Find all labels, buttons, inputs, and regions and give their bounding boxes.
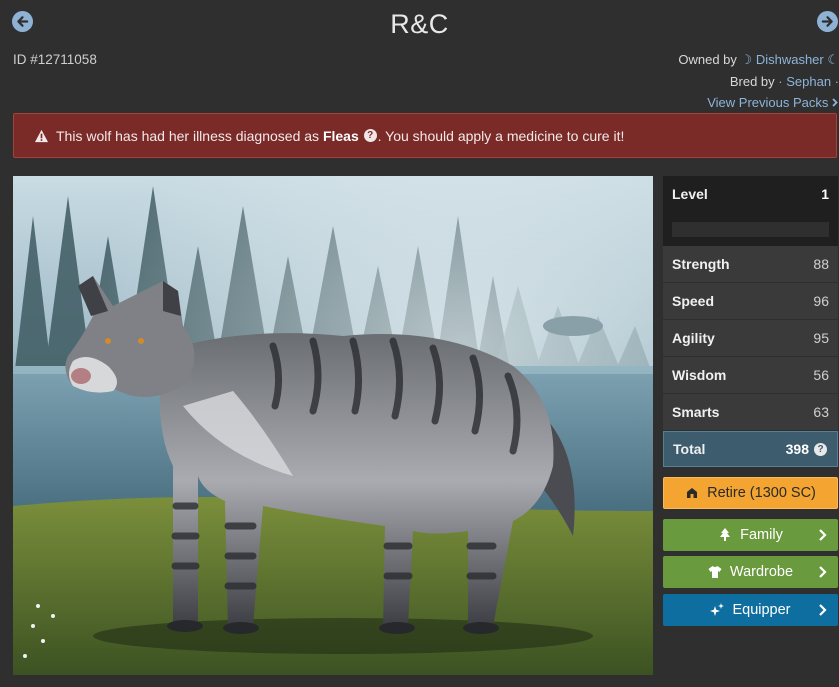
breeder-line: Bred by · Sephan · (730, 74, 839, 89)
wolf-id: ID #12711058 (13, 52, 97, 67)
stat-value: 56 (813, 367, 829, 383)
chevron-right-icon (832, 98, 838, 107)
equipper-button[interactable]: Equipper (663, 594, 838, 626)
stat-label: Strength (672, 256, 730, 272)
family-button[interactable]: Family (663, 519, 838, 551)
page-title: R&C (390, 9, 449, 39)
retire-building-icon (687, 488, 698, 498)
stat-value: 95 (813, 330, 829, 346)
stat-row-smarts: Smarts 63 (663, 394, 838, 430)
level-row: Level 1 (663, 176, 838, 212)
breeder-link[interactable]: · Sephan · (778, 74, 839, 89)
illness-alert: This wolf has had her illness diagnosed … (13, 113, 837, 158)
sparkles-icon (710, 603, 725, 616)
level-label: Level (672, 186, 708, 202)
tree-icon (720, 528, 731, 541)
stat-row-total: Total 398 ? (663, 431, 838, 467)
retire-label: Retire (1300 SC) (707, 485, 816, 501)
stat-value: 63 (813, 404, 829, 420)
xp-bar-container (663, 212, 838, 248)
stat-row-strength: Strength 88 (663, 246, 838, 282)
total-help-icon[interactable]: ? (814, 442, 827, 456)
stat-label: Speed (672, 293, 715, 309)
illness-name: Fleas (322, 127, 359, 144)
wardrobe-button[interactable]: Wardrobe (663, 556, 838, 588)
alert-text-after: . You should apply a medicine to cure it… (377, 127, 625, 144)
level-value: 1 (821, 186, 829, 202)
wolf-image (13, 176, 653, 675)
total-value: 398 (785, 441, 809, 457)
chevron-right-icon (819, 604, 827, 616)
family-label: Family (740, 527, 783, 543)
view-previous-packs-link[interactable]: View Previous Packs (707, 95, 838, 110)
owner-line: Owned by ☽ Dishwasher ☾ (678, 52, 839, 68)
owned-by-label: Owned by (678, 52, 737, 67)
bred-by-label: Bred by (729, 74, 775, 89)
illness-help-icon[interactable]: ? (363, 129, 377, 142)
owner-link[interactable]: ☽ Dishwasher ☾ (741, 52, 839, 67)
total-label: Total (673, 441, 706, 457)
view-previous-packs-label: View Previous Packs (707, 95, 829, 110)
chevron-right-icon (819, 529, 827, 541)
alert-text-before: This wolf has had her illness diagnosed … (56, 127, 320, 144)
warning-triangle-icon (34, 129, 49, 142)
stat-label: Wisdom (672, 367, 727, 383)
retire-button[interactable]: Retire (1300 SC) (663, 477, 838, 509)
stat-label: Agility (672, 330, 715, 346)
stat-row-speed: Speed 96 (663, 283, 838, 319)
stat-value: 96 (813, 293, 829, 309)
wardrobe-label: Wardrobe (729, 564, 794, 580)
stat-value: 88 (813, 256, 829, 272)
stat-row-wisdom: Wisdom 56 (663, 357, 838, 393)
chevron-right-icon (819, 566, 827, 578)
stat-row-agility: Agility 95 (663, 320, 838, 356)
shirt-icon (708, 566, 722, 578)
equipper-label: Equipper (732, 602, 791, 618)
stat-label: Smarts (672, 404, 720, 420)
total-value-wrap: 398 ? (786, 441, 828, 457)
xp-bar (672, 222, 829, 237)
